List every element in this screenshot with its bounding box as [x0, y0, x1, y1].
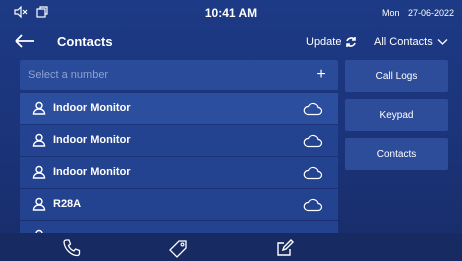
- list-item[interactable]: Indoor Monitor: [20, 125, 338, 156]
- contact-name: R28A: [53, 198, 82, 210]
- list-item[interactable]: Indoor Monitor: [20, 157, 338, 188]
- call-logs-label: Call Logs: [375, 70, 418, 82]
- phone-icon: [63, 239, 81, 257]
- filter-label: All Contacts: [374, 36, 433, 48]
- refresh-icon: [346, 37, 357, 47]
- contact-name: Indoor Monitor: [53, 102, 131, 114]
- page-title: Contacts: [57, 34, 113, 49]
- status-day: Mon: [382, 8, 400, 18]
- back-arrow-icon: [15, 34, 34, 48]
- header: Contacts Update All Contacts: [0, 26, 462, 56]
- cloud-icon: [303, 102, 323, 116]
- cloud-icon: [303, 198, 323, 212]
- phone-button[interactable]: [62, 238, 84, 258]
- number-search-input[interactable]: [20, 60, 300, 90]
- add-contact-button[interactable]: +: [312, 66, 330, 84]
- contact-list: Indoor Monitor Indoor Monitor Indoor Mon…: [20, 93, 338, 233]
- back-button[interactable]: [14, 33, 36, 49]
- tag-button[interactable]: [167, 238, 189, 258]
- contact-name: Indoor Monitor: [53, 134, 131, 146]
- edit-icon: [277, 239, 294, 256]
- status-bar: 10:41 AM Mon 27-06-2022: [0, 0, 462, 26]
- call-logs-button[interactable]: Call Logs: [345, 60, 448, 92]
- keypad-label: Keypad: [379, 109, 414, 121]
- update-button[interactable]: Update: [306, 36, 357, 48]
- chevron-down-icon: [437, 39, 448, 45]
- list-item[interactable]: Indoor Monitor: [20, 93, 338, 124]
- person-icon: [32, 133, 46, 147]
- contacts-button[interactable]: Contacts: [345, 138, 448, 170]
- status-date: 27-06-2022: [408, 8, 455, 18]
- person-icon: [32, 101, 46, 115]
- contact-name: Indoor Monitor: [53, 166, 131, 178]
- contacts-screen: 10:41 AM Mon 27-06-2022 Contacts Update …: [0, 0, 462, 261]
- cloud-icon: [303, 166, 323, 180]
- tag-icon: [169, 240, 187, 258]
- list-item[interactable]: R28A: [20, 189, 338, 220]
- list-item-partial[interactable]: [20, 221, 338, 233]
- person-icon: [32, 197, 46, 211]
- plus-icon: +: [316, 66, 326, 83]
- contacts-filter-dropdown[interactable]: All Contacts: [374, 36, 448, 48]
- keypad-button[interactable]: Keypad: [345, 99, 448, 131]
- search-box: +: [20, 60, 338, 90]
- update-label: Update: [306, 36, 342, 48]
- cloud-icon: [303, 134, 323, 148]
- bottom-nav: [0, 233, 462, 261]
- person-icon: [32, 165, 46, 179]
- contacts-label: Contacts: [376, 148, 417, 160]
- edit-button[interactable]: [275, 238, 297, 258]
